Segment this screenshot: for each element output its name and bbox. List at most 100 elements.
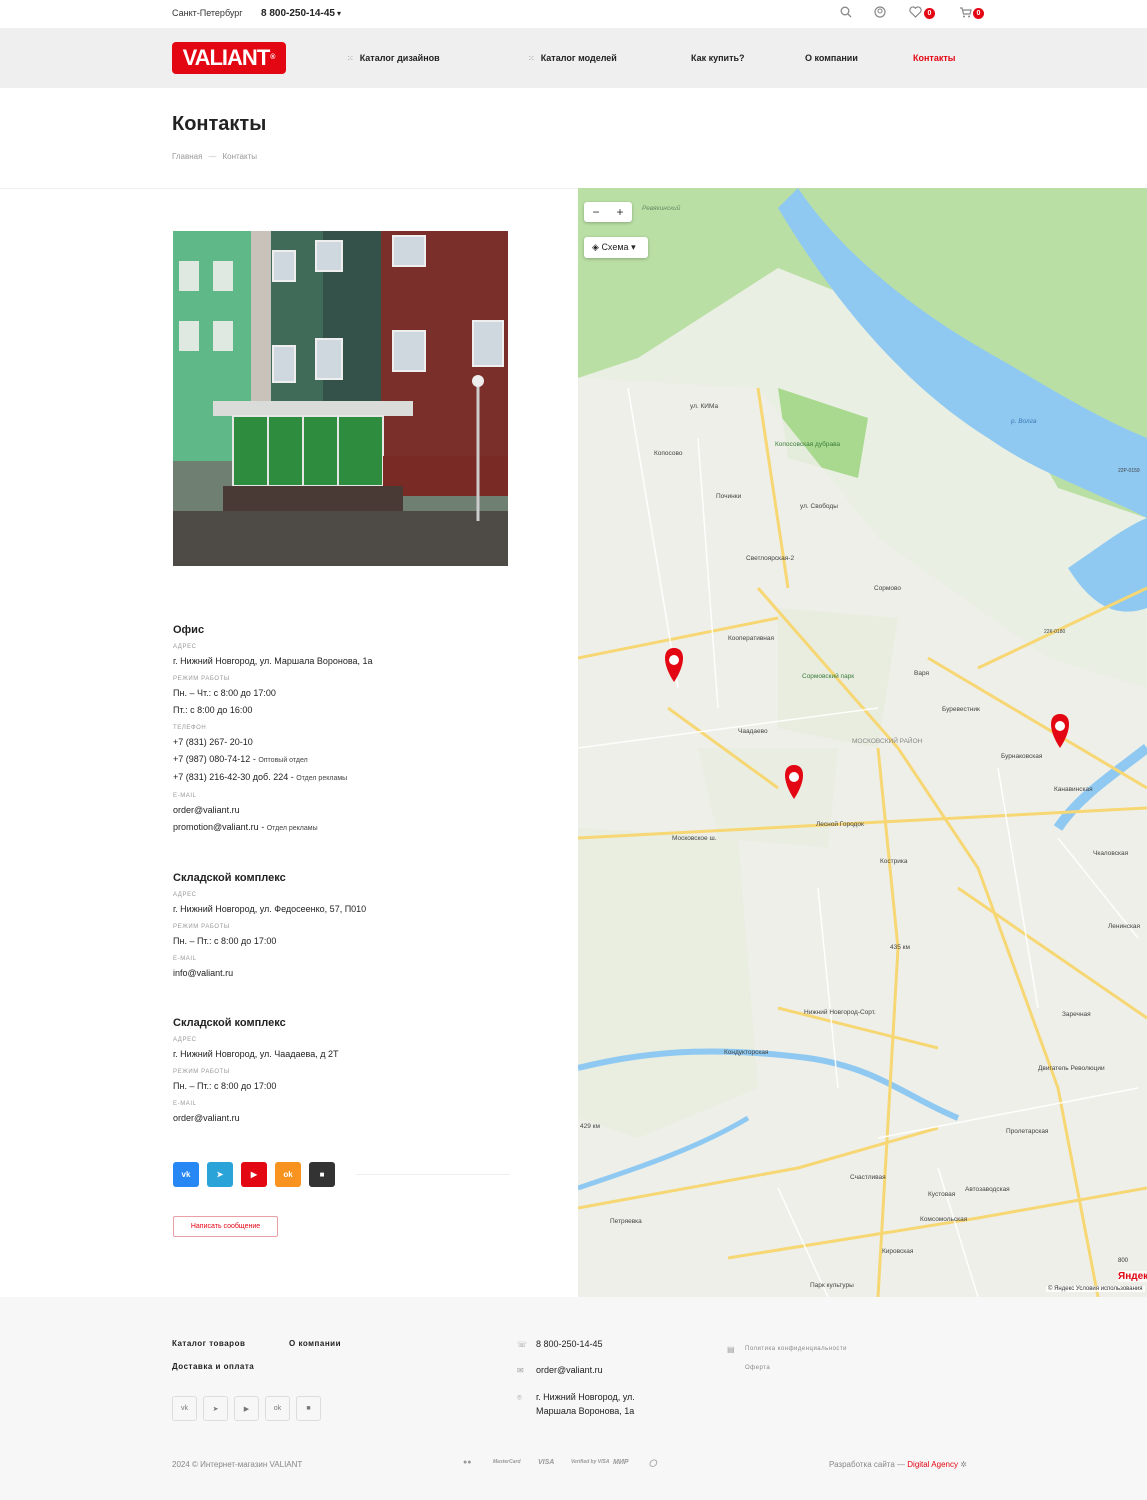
svg-text:Комсомольская: Комсомольская — [920, 1216, 968, 1223]
telegram-icon[interactable]: ➤ — [203, 1396, 228, 1421]
location-icon: ⌾ — [517, 1393, 522, 1402]
office-email: promotion@valiant.ru - Отдел рекламы — [173, 822, 318, 832]
hours-label: Режим работы — [173, 1069, 230, 1075]
phone-link[interactable]: +7 (831) 267- 20-10 — [173, 737, 253, 747]
nav-design-catalog[interactable]: ⁙ Каталог дизайнов — [347, 53, 440, 63]
nav-about[interactable]: О компании — [805, 53, 858, 63]
breadcrumb-home[interactable]: Главная — [172, 152, 202, 161]
valiant-logo[interactable]: VALIANT® — [172, 42, 286, 74]
yandex-map[interactable]: Ревякинский ул. КИМа Копосово Копосовска… — [578, 188, 1147, 1297]
odnoklassniki-icon[interactable]: ok — [275, 1162, 301, 1187]
address-label: Адрес — [173, 644, 197, 650]
document-icon: ▤ — [727, 1345, 735, 1354]
svg-text:Парк культуры: Парк культуры — [810, 1282, 854, 1289]
registered-mark-icon: ® — [270, 54, 276, 61]
nav-label[interactable]: Каталог дизайнов — [360, 53, 440, 63]
search-icon[interactable] — [838, 6, 854, 22]
svg-text:Починки: Починки — [716, 493, 742, 500]
phone-link[interactable]: +7 (987) 080-74-12 — [173, 754, 250, 764]
mastercard-icon: MasterCard — [493, 1459, 521, 1465]
nav-contacts[interactable]: Контакты — [913, 53, 955, 63]
odnoklassniki-icon[interactable]: ok — [265, 1396, 290, 1421]
map-zoom-control: − + — [584, 202, 632, 222]
phone-icon: ☏ — [517, 1340, 528, 1349]
warehouse-hours: Пн. – Пт.: с 8:00 до 17:00 — [173, 1081, 277, 1091]
heart-icon[interactable] — [907, 6, 923, 22]
map-layer-label[interactable]: Схема — [601, 242, 628, 252]
svg-text:Чаадаево: Чаадаево — [738, 728, 768, 735]
warehouse-email[interactable]: order@valiant.ru — [173, 1110, 338, 1127]
svg-text:Счастливая: Счастливая — [850, 1174, 886, 1181]
grid-icon: ⁙ — [528, 54, 535, 63]
youtube-icon[interactable]: ▶ — [241, 1162, 267, 1187]
footer-link-delivery[interactable]: Доставка и оплата — [172, 1362, 254, 1371]
svg-text:Кострика: Кострика — [880, 858, 908, 865]
footer-link-catalog[interactable]: Каталог товаров — [172, 1339, 245, 1348]
favorites-count-badge: 0 — [924, 8, 935, 19]
footer-phone[interactable]: 8 800-250-14-45 — [536, 1337, 603, 1351]
office-phone: +7 (987) 080-74-12 - Оптовый отдел — [173, 754, 308, 764]
zoom-out-icon[interactable]: − — [592, 205, 599, 219]
svg-text:Кировская: Кировская — [882, 1248, 914, 1255]
city-selector[interactable]: Санкт-Петербург — [172, 8, 243, 18]
svg-text:Кустовая: Кустовая — [928, 1191, 956, 1198]
email-link[interactable]: order@valiant.ru — [173, 805, 240, 815]
map-scale: 800 — [1118, 1258, 1129, 1264]
vk-icon[interactable]: vk — [173, 1162, 199, 1187]
user-icon[interactable] — [872, 6, 888, 22]
top-bar: Санкт-Петербург 8 800-250-14-45 ▾ 0 0 — [0, 0, 1147, 28]
logo-text[interactable]: VALIANT — [183, 45, 271, 70]
agency-logo-icon: ✲ — [960, 1460, 967, 1469]
main-header: VALIANT® ⁙ Каталог дизайнов ⁙ Каталог моде… — [0, 28, 1147, 88]
rutube-icon[interactable]: ■ — [296, 1396, 321, 1421]
digital-agency-link[interactable]: Digital Agency — [907, 1460, 958, 1469]
cart-count-badge: 0 — [973, 8, 984, 19]
phone-note: Оптовый отдел — [258, 757, 308, 764]
office-phone: +7 (831) 216-42-30 доб. 224 - Отдел рекл… — [173, 772, 348, 782]
svg-text:22К-0180: 22К-0180 — [1044, 629, 1065, 635]
nav-label[interactable]: Каталог моделей — [541, 53, 617, 63]
chevron-down-icon: ▾ — [631, 242, 636, 252]
footer-email[interactable]: order@valiant.ru — [536, 1363, 603, 1377]
svg-text:Буревестник: Буревестник — [942, 706, 980, 713]
privacy-policy-link[interactable]: Политика конфиденциальности — [745, 1346, 847, 1352]
svg-text:Заречная: Заречная — [1062, 1011, 1091, 1018]
nav-model-catalog[interactable]: ⁙ Каталог моделей — [528, 53, 617, 63]
svg-text:429 км: 429 км — [580, 1123, 600, 1130]
email-link[interactable]: promotion@valiant.ru — [173, 822, 259, 832]
office-address: г. Нижний Новгород, ул. Маршала Воронова… — [173, 656, 373, 666]
telegram-icon[interactable]: ➤ — [207, 1162, 233, 1187]
secure-payment-icon: ◯ — [649, 1460, 657, 1467]
svg-text:Варя: Варя — [914, 670, 929, 677]
chevron-down-icon[interactable]: ▾ — [337, 9, 341, 18]
phone-link[interactable]: +7 (831) 216-42-30 доб. 224 — [173, 772, 288, 782]
header-phone-number[interactable]: 8 800-250-14-45 — [261, 8, 335, 19]
offer-link[interactable]: Оферта — [745, 1365, 770, 1371]
warehouse-title: Складской комплекс — [173, 872, 286, 884]
address-label: Адрес — [173, 1037, 197, 1043]
breadcrumb: Главная — Контакты — [172, 152, 257, 161]
email-note: Отдел рекламы — [266, 825, 318, 832]
cart-icon[interactable] — [957, 6, 973, 22]
warehouse-email[interactable]: info@valiant.ru — [173, 965, 366, 982]
svg-text:Кондукторская: Кондукторская — [724, 1049, 769, 1056]
yandex-logo[interactable]: Яндекс — [1118, 1271, 1147, 1282]
email-label: E-mail — [173, 793, 197, 799]
svg-text:Светлоярская-2: Светлоярская-2 — [746, 555, 794, 562]
grid-icon: ⁙ — [347, 54, 354, 63]
vk-icon[interactable]: vk — [172, 1396, 197, 1421]
map-layer-selector[interactable]: ◈ Схема ▾ — [584, 237, 648, 258]
write-message-button[interactable]: Написать сообщение — [173, 1216, 278, 1237]
youtube-icon[interactable]: ▶ — [234, 1396, 259, 1421]
svg-text:Двигатель Революции: Двигатель Революции — [1038, 1065, 1105, 1072]
rutube-icon[interactable]: ■ — [309, 1162, 335, 1187]
zoom-in-icon[interactable]: + — [616, 205, 623, 219]
footer-link-about[interactable]: О компании — [289, 1339, 341, 1348]
layers-icon: ◈ — [592, 242, 599, 252]
header-phone[interactable]: 8 800-250-14-45 ▾ — [261, 8, 341, 19]
office-hours-friday: Пт.: с 8:00 до 16:00 — [173, 705, 253, 715]
svg-text:Пролетарская: Пролетарская — [1006, 1128, 1049, 1135]
nav-how-to-buy[interactable]: Как купить? — [691, 53, 745, 63]
svg-text:ул. Свободы: ул. Свободы — [800, 502, 838, 510]
map-copyright[interactable]: © Яндекс Условия использования — [1046, 1286, 1145, 1292]
